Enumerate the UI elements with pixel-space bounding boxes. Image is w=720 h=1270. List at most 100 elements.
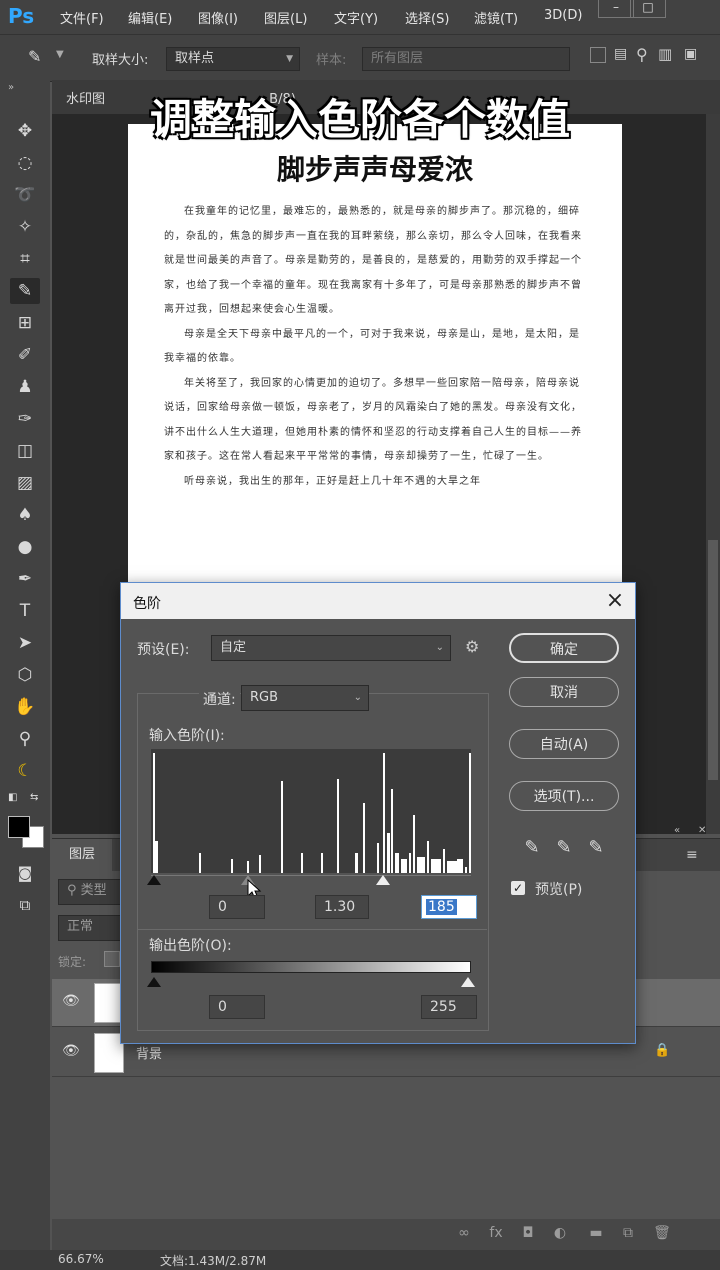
new-layer-icon[interactable]: ⧉ <box>618 1225 638 1241</box>
histogram-bar <box>337 779 339 873</box>
chevron-down-icon: ▼ <box>286 54 293 64</box>
workspace-icon[interactable]: ▥ <box>658 45 672 63</box>
chevron-down-icon: ⌄ <box>435 642 444 653</box>
history-brush-tool-icon[interactable]: ✑ <box>10 406 40 432</box>
eyedropper-tool-icon[interactable]: ✎ <box>28 47 41 66</box>
show-ring-icon[interactable]: ▤ <box>614 46 627 62</box>
dodge-tool-icon[interactable]: ● <box>10 534 40 560</box>
channel-value: RGB <box>250 690 279 705</box>
menu-filter[interactable]: 滤镜(T) <box>474 8 518 27</box>
delete-layer-icon[interactable]: 🗑 <box>652 1225 672 1241</box>
marquee-tool-icon[interactable]: ◌ <box>10 150 40 176</box>
lock-icon: 🔒 <box>654 1043 671 1058</box>
eraser-tool-icon[interactable]: ◫ <box>10 438 40 464</box>
collapse-panel-icon[interactable]: « <box>674 825 680 836</box>
screen-mode-icon[interactable]: ⧉ <box>10 892 40 918</box>
output-white-slider[interactable] <box>461 977 475 987</box>
hand-tool-icon[interactable]: ✋ <box>10 694 40 720</box>
preset-options-gear-icon[interactable]: ⚙ <box>465 637 479 656</box>
clone-stamp-tool-icon[interactable]: ♟ <box>10 374 40 400</box>
input-white-value: 185 <box>426 899 457 915</box>
input-black-slider[interactable] <box>147 875 161 885</box>
input-white-field[interactable]: 185 <box>421 895 477 919</box>
menu-select[interactable]: 选择(S) <box>405 8 449 27</box>
output-white-field[interactable]: 255 <box>421 995 477 1019</box>
visibility-eye-icon[interactable]: 👁 <box>62 993 80 1009</box>
tool-preset-chevron-icon[interactable]: ▼ <box>56 49 64 60</box>
lock-transparent-pixels-icon[interactable] <box>104 951 120 967</box>
canvas-scroll-thumb[interactable] <box>708 540 718 780</box>
channel-select[interactable]: RGB ⌄ <box>241 685 369 711</box>
brush-tool-icon[interactable]: ✐ <box>10 342 40 368</box>
add-mask-icon[interactable]: ◘ <box>518 1225 538 1241</box>
tab-layers[interactable]: 图层 <box>52 839 112 871</box>
foreground-color-swatch[interactable] <box>8 816 30 838</box>
blur-tool-icon[interactable]: ♠ <box>10 502 40 528</box>
maximize-button[interactable]: □ <box>630 0 666 18</box>
histogram-bar <box>259 855 261 873</box>
output-black-slider[interactable] <box>147 977 161 987</box>
healing-brush-tool-icon[interactable]: ⊞ <box>10 310 40 336</box>
preset-value: 自定 <box>220 640 247 655</box>
lasso-tool-icon[interactable]: ➰ <box>10 182 40 208</box>
type-tool-icon[interactable]: T <box>10 598 40 624</box>
default-colors-icon[interactable]: ◧ <box>8 792 17 803</box>
panel-menu-icon[interactable]: ≡ <box>686 847 698 863</box>
input-black-field[interactable]: 0 <box>209 895 265 919</box>
menu-layer[interactable]: 图层(L) <box>264 8 307 27</box>
histogram-bar <box>383 753 385 873</box>
gray-point-eyedropper-icon[interactable]: ✎ <box>553 837 575 859</box>
sample-select[interactable]: 所有图层 <box>362 47 570 71</box>
menu-edit[interactable]: 编辑(E) <box>128 8 172 27</box>
cancel-button[interactable]: 取消 <box>509 677 619 707</box>
layer-name: 背景 <box>136 1047 163 1062</box>
auto-button[interactable]: 自动(A) <box>509 729 619 759</box>
layer-style-icon[interactable]: fx <box>486 1225 506 1241</box>
new-group-icon[interactable]: ▬ <box>586 1225 606 1241</box>
crop-tool-icon[interactable]: ⌗ <box>10 246 40 272</box>
status-bar: 66.67% 文档:1.43M/2.87M <box>0 1250 720 1270</box>
input-white-slider[interactable] <box>376 875 390 885</box>
preview-checkbox[interactable]: ✓ <box>511 881 525 895</box>
panel-icon[interactable]: ▣ <box>684 46 697 62</box>
white-point-eyedropper-icon[interactable]: ✎ <box>585 837 607 859</box>
search-icon[interactable]: ⚲ <box>636 45 648 64</box>
options-button[interactable]: 选项(T)... <box>509 781 619 811</box>
path-selection-tool-icon[interactable]: ➤ <box>10 630 40 656</box>
close-panel-icon[interactable]: ✕ <box>698 825 706 836</box>
close-icon[interactable]: × <box>601 587 629 615</box>
histogram-bar <box>465 867 467 873</box>
preview-label: 预览(P) <box>535 882 583 898</box>
sample-size-select[interactable]: 取样点 ▼ <box>166 47 300 71</box>
quick-mask-icon[interactable]: ◙ <box>10 860 40 886</box>
output-black-field[interactable]: 0 <box>209 995 265 1019</box>
preset-select[interactable]: 自定 ⌄ <box>211 635 451 661</box>
banana-icon[interactable]: ☾ <box>10 758 40 784</box>
minimize-button[interactable]: – <box>598 0 634 18</box>
gradient-tool-icon[interactable]: ▨ <box>10 470 40 496</box>
document-canvas[interactable]: 脚步声声母爱浓 在我童年的记忆里，最难忘的，最熟悉的，就是母亲的脚步声了。那沉稳… <box>128 124 622 584</box>
swap-colors-icon[interactable]: ⇆ <box>30 792 38 803</box>
input-gamma-field[interactable]: 1.30 <box>315 895 369 919</box>
magic-wand-tool-icon[interactable]: ✧ <box>10 214 40 240</box>
black-point-eyedropper-icon[interactable]: ✎ <box>521 837 543 859</box>
visibility-eye-icon[interactable]: 👁 <box>62 1043 80 1059</box>
histogram-bar <box>395 853 399 873</box>
menu-3d[interactable]: 3D(D) <box>544 8 582 23</box>
zoom-level[interactable]: 66.67% <box>58 1252 104 1266</box>
shape-tool-icon[interactable]: ⬡ <box>10 662 40 688</box>
histogram-bar <box>413 815 415 873</box>
sample-size-value: 取样点 <box>175 51 215 66</box>
menu-type[interactable]: 文字(Y) <box>334 8 378 27</box>
menu-file[interactable]: 文件(F) <box>60 8 104 27</box>
pen-tool-icon[interactable]: ✒ <box>10 566 40 592</box>
sample-all-layers-checkbox[interactable] <box>590 47 606 63</box>
link-layers-icon[interactable]: ∞ <box>454 1225 474 1241</box>
menu-image[interactable]: 图像(I) <box>198 8 238 27</box>
eyedropper-tool-icon[interactable]: ✎ <box>10 278 40 304</box>
adjustment-layer-icon[interactable]: ◐ <box>550 1225 570 1241</box>
preset-label: 预设(E): <box>137 642 190 658</box>
output-levels-label: 输出色阶(O): <box>149 938 232 954</box>
ok-button[interactable]: 确定 <box>509 633 619 663</box>
zoom-tool-icon[interactable]: ⚲ <box>10 726 40 752</box>
